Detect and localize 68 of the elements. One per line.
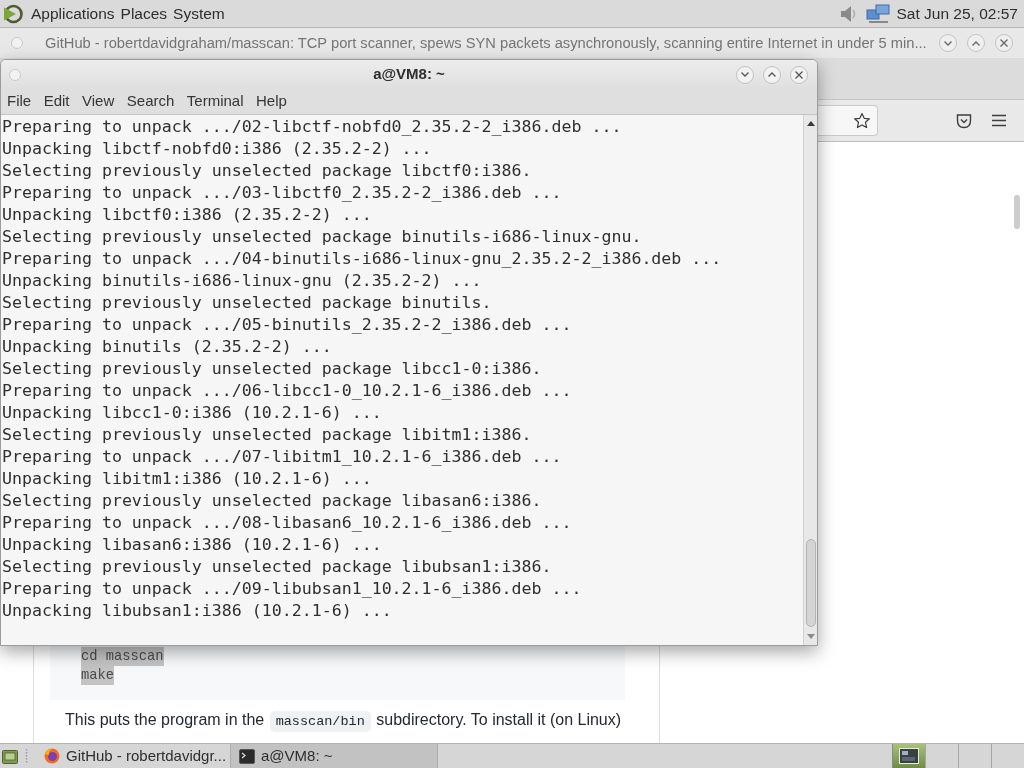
menu-item[interactable]: Terminal (186, 90, 244, 113)
maximize-button[interactable] (967, 34, 985, 52)
paragraph-text: This puts the program in the masscan/bin subdirectory. To install it (on Linux) (34, 710, 659, 732)
menu-item[interactable]: View (82, 90, 115, 113)
scrollbar-thumb[interactable] (805, 539, 816, 627)
menu-item[interactable]: File (7, 90, 32, 113)
desktop-icon[interactable] (2, 747, 18, 765)
terminal-line: Preparing to unpack .../06-libcc1-0_10.2.1-6_i386.deb ... (2, 380, 572, 402)
menu-item[interactable]: Help (256, 90, 287, 113)
chevron-up-icon (972, 40, 980, 46)
circle-icon[interactable] (9, 68, 21, 81)
minimize-button[interactable] (939, 34, 957, 52)
workspace-button[interactable] (892, 744, 925, 768)
terminal-line: Unpacking binutils-i686-linux-gnu (2.35.2-2) ... (2, 270, 482, 292)
minimize-button[interactable] (736, 65, 754, 84)
terminal-line: Preparing to unpack .../03-libctf0_2.35.2-2_i386.deb ... (2, 182, 562, 204)
scrollbar-thumb[interactable] (1014, 195, 1020, 229)
terminal-line: Unpacking libctf-nobfd0:i386 (2.35.2-2) ... (2, 138, 432, 160)
terminal-line: Unpacking binutils (2.35.2-2) ... (2, 336, 332, 358)
terminal-line: Preparing to unpack .../08-libasan6_10.2.1-6_i386.deb ... (2, 512, 572, 534)
panel-menu-item[interactable]: Applications (31, 1, 115, 26)
terminal-line: Unpacking libubsan1:i386 (10.2.1-6) ... (2, 600, 392, 622)
panel-menu-item[interactable]: System (173, 1, 225, 26)
terminal-line: Selecting previously unselected package libubsan1:i386. (2, 556, 552, 578)
terminal-line: Unpacking libasan6:i386 (10.2.1-6) ... (2, 534, 382, 556)
network-icon[interactable] (866, 3, 891, 24)
terminal-line: Unpacking libcc1-0:i386 (10.2.1-6) ... (2, 402, 382, 424)
close-button[interactable] (790, 65, 808, 84)
chevron-up-icon (768, 72, 776, 77)
address-field[interactable] (818, 105, 878, 136)
close-icon (795, 70, 803, 79)
close-icon (1000, 39, 1008, 47)
volume-icon[interactable] (839, 3, 858, 24)
browser-icon (44, 748, 60, 764)
pocket-icon[interactable] (956, 112, 972, 129)
menu-item[interactable]: Search (126, 90, 175, 113)
chevron-down-icon (741, 72, 749, 77)
task-button[interactable]: a@VM8: ~ (230, 744, 438, 768)
chevron-down-icon (944, 40, 952, 46)
terminal-line: Preparing to unpack .../09-libubsan1_10.2.1-6_i386.deb ... (2, 578, 582, 600)
terminal-line: Preparing to unpack .../02-libctf-nobfd0_2.35.2-2_i386.deb ... (2, 116, 622, 138)
terminal-line: Unpacking libitm1:i386 (10.2.1-6) ... (2, 468, 372, 490)
star-icon[interactable] (853, 111, 871, 130)
menu-icon[interactable] (991, 114, 1007, 127)
terminal-line: Preparing to unpack .../05-binutils_2.35.2-2_i386.deb ... (2, 314, 572, 336)
circle-icon[interactable] (11, 37, 23, 49)
scroll-up-icon[interactable] (806, 121, 815, 126)
terminal-line: Unpacking libctf0:i386 (2.35.2-2) ... (2, 204, 372, 226)
scroll-down-icon[interactable] (806, 634, 815, 639)
clock-text[interactable]: Sat Jun 25, 02:57 (896, 1, 1018, 26)
terminal-icon (239, 748, 255, 764)
task-button[interactable]: GitHub - robertdavidgr... (36, 744, 228, 768)
window-title: GitHub - robertdavidgraham/masscan: TCP port scanner, spews SYN packets asynchronously, scanning entire Internet in under 5 min... (45, 33, 927, 53)
terminal-line: Selecting previously unselected package libcc1-0:i386. (2, 358, 542, 380)
window-title: a@VM8: ~ (373, 64, 445, 85)
window-thumbnail-icon (899, 748, 919, 764)
menu-item[interactable]: Edit (43, 90, 70, 113)
terminal-line: Selecting previously unselected package binutils. (2, 292, 492, 314)
terminal-line: Selecting previously unselected package binutils-i686-linux-gnu. (2, 226, 642, 248)
close-button[interactable] (995, 34, 1013, 52)
panel-menu-item[interactable]: Places (120, 1, 168, 26)
distro-logo-icon[interactable] (3, 3, 23, 24)
terminal-line: Preparing to unpack .../04-binutils-i686-linux-gnu_2.35.2-2_i386.deb ... (2, 248, 722, 270)
terminal-line: Selecting previously unselected package libitm1:i386. (2, 424, 532, 446)
terminal-line: Selecting previously unselected package libctf0:i386. (2, 160, 532, 182)
terminal-line: Preparing to unpack .../07-libitm1_10.2.1-6_i386.deb ... (2, 446, 562, 468)
terminal-line: Selecting previously unselected package libasan6:i386. (2, 490, 542, 512)
maximize-button[interactable] (763, 65, 781, 84)
